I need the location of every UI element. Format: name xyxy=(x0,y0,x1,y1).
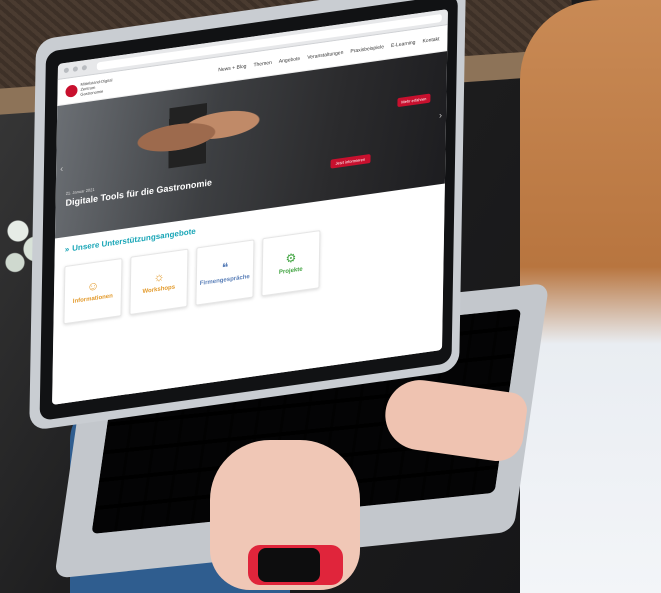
hero-cta-button[interactable]: Jetzt informieren xyxy=(330,154,371,169)
lightbulb-user-icon: ☺ xyxy=(86,278,100,294)
logo-text: Mittelstand-Digital Zentrum Gastronomie xyxy=(80,77,113,97)
browser-dot xyxy=(81,64,87,71)
gears-icon: ⚙ xyxy=(285,250,297,266)
card-informationen[interactable]: ☺ Informationen xyxy=(63,257,123,325)
lightbulb-icon: ☼ xyxy=(153,269,165,285)
card-label: Workshops xyxy=(142,284,176,296)
nav-item-news[interactable]: News + Blog xyxy=(218,63,246,73)
nav-item-elearning[interactable]: E-Learning xyxy=(391,39,416,48)
site-logo[interactable]: Mittelstand-Digital Zentrum Gastronomie xyxy=(65,76,118,99)
chat-bubbles-icon: ❝ xyxy=(221,260,229,275)
hero-photo xyxy=(115,94,267,176)
card-label: Firmengespräche xyxy=(199,273,250,288)
support-cards: ☺ Informationen ☼ Workshops ❝ Firmengesp… xyxy=(63,214,434,325)
nav-item-veranstaltungen[interactable]: Veranstaltungen xyxy=(307,49,343,60)
photo-scene: Mittelstand-Digital Zentrum Gastronomie … xyxy=(0,0,661,593)
browser-dot xyxy=(63,67,69,74)
nav-item-themen[interactable]: Themen xyxy=(253,59,271,68)
card-workshops[interactable]: ☼ Workshops xyxy=(129,248,189,315)
chevron-right-icon[interactable]: › xyxy=(439,110,442,120)
logo-mark-icon xyxy=(65,83,78,98)
card-label: Projekte xyxy=(278,266,303,276)
smartwatch-face xyxy=(258,548,320,582)
browser-dot xyxy=(72,66,78,72)
chevron-left-icon[interactable]: ‹ xyxy=(60,163,63,173)
card-firmengespraeche[interactable]: ❝ Firmengespräche xyxy=(195,239,255,306)
nav-item-kontakt[interactable]: Kontakt xyxy=(422,36,439,44)
card-projekte[interactable]: ⚙ Projekte xyxy=(261,230,321,297)
laptop-screen: Mittelstand-Digital Zentrum Gastronomie … xyxy=(52,9,448,405)
hero-top-button[interactable]: Mehr erfahren xyxy=(397,93,431,108)
card-label: Informationen xyxy=(72,293,113,305)
nav-item-angebote[interactable]: Angebote xyxy=(279,55,301,64)
double-chevron-icon: » xyxy=(64,244,70,255)
nav-item-praxisbeispiele[interactable]: Praxisbeispiele xyxy=(350,44,384,55)
